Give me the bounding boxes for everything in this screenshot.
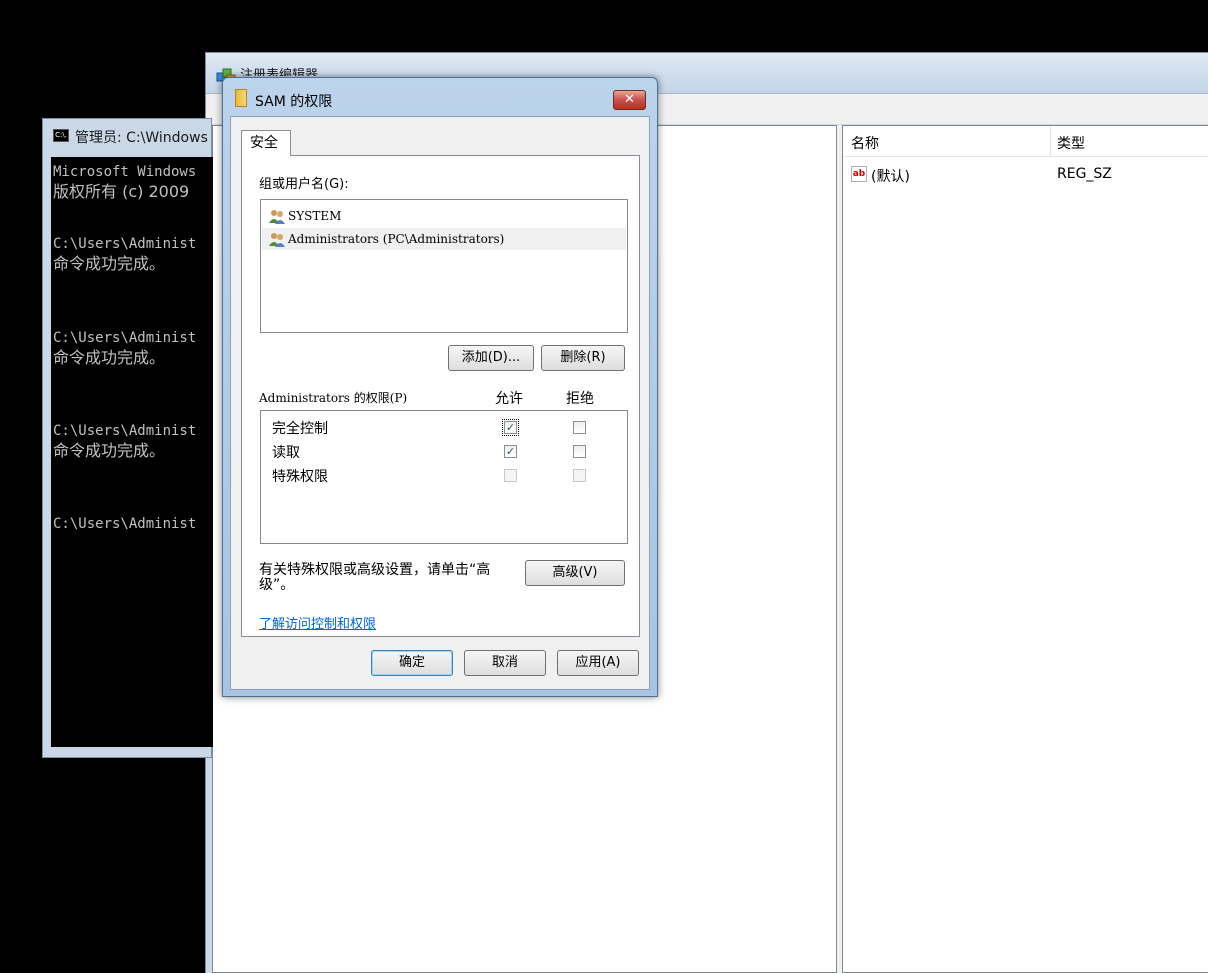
deny-checkbox[interactable]	[573, 445, 586, 458]
folder-icon	[235, 89, 247, 107]
security-tab-panel: 组或用户名(G): SYSTEM Administrators (PC\Admi…	[241, 155, 640, 637]
permission-row-read: 读取 ✓	[261, 440, 627, 464]
command-prompt-icon: C:\.	[53, 129, 69, 142]
user-name: SYSTEM	[288, 209, 342, 223]
permissions-dialog: SAM 的权限 ✕ 安全 组或用户名(G): SYSTEM Administra…	[222, 77, 658, 697]
console-line: 命令成功完成。	[53, 348, 166, 367]
cancel-button[interactable]: 取消	[464, 650, 546, 676]
advanced-button[interactable]: 高级(V)	[525, 560, 625, 586]
regedit-title: 注册表编辑器	[240, 68, 319, 76]
advanced-hint-line2: 级”。	[259, 577, 295, 593]
value-type: REG_SZ	[1057, 166, 1112, 182]
permissions-label: Administrators 的权限(P)	[259, 391, 408, 405]
console-line: C:\Users\Administ	[53, 423, 197, 439]
values-list-header: 名称 类型	[843, 126, 1208, 157]
registry-values-pane[interactable]: 名称 类型 ab (默认) REG_SZ	[842, 125, 1208, 973]
user-item-administrators[interactable]: Administrators (PC\Administrators)	[262, 228, 626, 250]
permission-name: 特殊权限	[272, 469, 328, 485]
console-title: 管理员: C:\Windows	[75, 130, 208, 146]
users-label: 组或用户名(G):	[259, 177, 349, 192]
deny-checkbox	[573, 469, 586, 482]
permission-name: 读取	[272, 445, 300, 461]
console-line: C:\Users\Administ	[53, 330, 197, 346]
permission-row-special: 特殊权限	[261, 464, 627, 488]
value-row[interactable]: ab (默认) REG_SZ	[843, 166, 1208, 188]
console-window: C:\. 管理员: C:\Windows Microsoft Windows 版…	[42, 118, 213, 758]
tab-security[interactable]: 安全	[241, 130, 291, 156]
deny-header: 拒绝	[566, 391, 594, 407]
user-group-icon	[269, 233, 285, 247]
column-header-type[interactable]: 类型	[1057, 133, 1085, 153]
user-name: Administrators (PC\Administrators)	[288, 232, 505, 246]
dialog-title: SAM 的权限	[255, 94, 333, 110]
apply-button[interactable]: 应用(A)	[557, 650, 639, 676]
allow-checkbox	[504, 469, 517, 482]
users-list[interactable]: SYSTEM Administrators (PC\Administrators…	[260, 199, 628, 333]
column-separator[interactable]	[1050, 126, 1051, 156]
deny-checkbox[interactable]	[573, 421, 586, 434]
value-name: (默认)	[871, 169, 910, 185]
user-group-icon	[269, 210, 285, 224]
string-value-icon: ab	[851, 166, 867, 182]
allow-checkbox[interactable]: ✓	[504, 445, 517, 458]
ok-button[interactable]: 确定	[371, 650, 453, 676]
column-header-name[interactable]: 名称	[851, 133, 879, 153]
remove-button[interactable]: 删除(R)	[541, 345, 625, 371]
dialog-client-area: 安全 组或用户名(G): SYSTEM Administrators (PC\A…	[230, 116, 650, 690]
permission-name: 完全控制	[272, 421, 328, 437]
console-line: Microsoft Windows	[53, 164, 197, 180]
console-output[interactable]: Microsoft Windows 版权所有 (c) 2009 C:\Users…	[51, 157, 213, 747]
console-titlebar[interactable]: C:\. 管理员: C:\Windows	[43, 119, 211, 149]
console-line: 命令成功完成。	[53, 254, 166, 273]
learn-access-control-link[interactable]: 了解访问控制和权限	[259, 613, 376, 632]
permission-row-full-control: 完全控制 ✓	[261, 416, 627, 440]
allow-checkbox[interactable]: ✓	[502, 419, 519, 436]
allow-header: 允许	[495, 391, 523, 407]
console-line: C:\Users\Administ	[53, 516, 197, 532]
permissions-list: 完全控制 ✓ 读取 ✓ 特殊权限	[260, 410, 628, 544]
console-line: 命令成功完成。	[53, 441, 166, 460]
console-line: C:\Users\Administ	[53, 236, 197, 252]
user-item-system[interactable]: SYSTEM	[262, 205, 626, 227]
add-button[interactable]: 添加(D)...	[448, 345, 534, 371]
console-line: 版权所有 (c) 2009	[53, 182, 190, 201]
close-button[interactable]: ✕	[613, 90, 646, 110]
